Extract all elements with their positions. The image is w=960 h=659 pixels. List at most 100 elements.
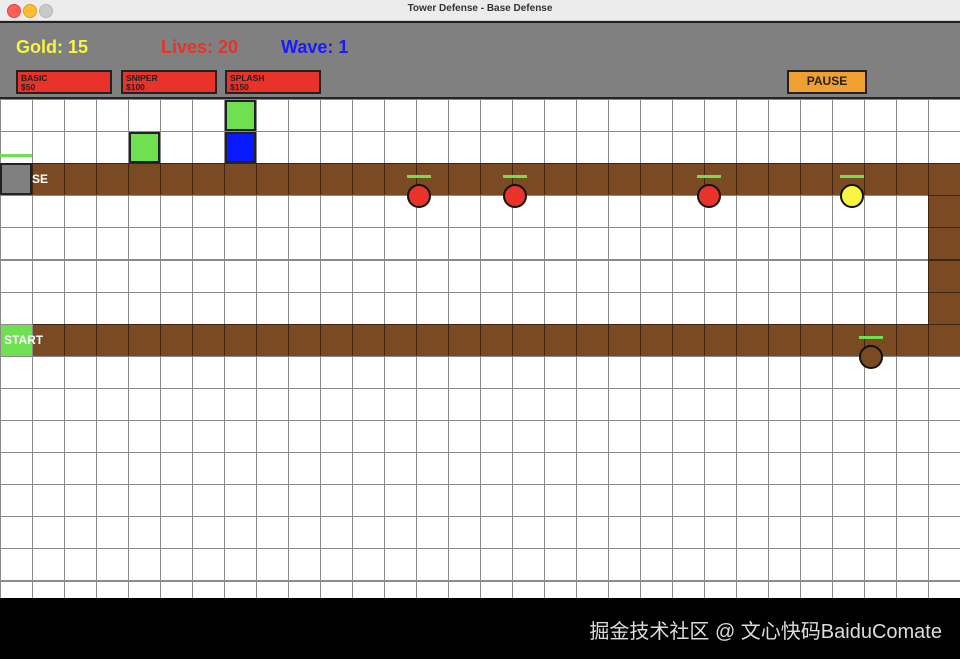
grid-cell[interactable] [32, 452, 65, 486]
grid-cell[interactable] [288, 259, 321, 293]
grid-cell[interactable] [256, 548, 289, 582]
grid-cell[interactable] [480, 580, 513, 598]
grid-cell[interactable] [160, 452, 193, 486]
grid-cell[interactable] [672, 580, 705, 598]
grid-cell[interactable] [160, 580, 193, 598]
grid-cell[interactable] [32, 131, 65, 165]
grid-cell[interactable] [896, 516, 929, 550]
grid-cell[interactable] [448, 227, 481, 261]
grid-cell[interactable] [576, 99, 609, 133]
grid-cell[interactable] [864, 420, 897, 454]
grid-cell[interactable] [320, 99, 353, 133]
grid-cell[interactable] [896, 99, 929, 133]
grid-cell[interactable] [672, 420, 705, 454]
grid-cell[interactable] [0, 452, 33, 486]
grid-cell[interactable] [32, 548, 65, 582]
grid-cell[interactable] [576, 227, 609, 261]
grid-cell[interactable] [704, 227, 737, 261]
grid-cell[interactable] [32, 227, 65, 261]
game-board[interactable]: SE START [0, 99, 960, 598]
grid-cell[interactable] [480, 355, 513, 389]
grid-cell[interactable] [224, 227, 257, 261]
grid-cell[interactable] [288, 387, 321, 421]
grid-cell[interactable] [160, 195, 193, 229]
grid-cell[interactable] [736, 452, 769, 486]
grid-cell[interactable] [768, 259, 801, 293]
grid-cell[interactable] [64, 548, 97, 582]
grid-cell[interactable] [128, 195, 161, 229]
grid-cell[interactable] [640, 420, 673, 454]
grid-cell[interactable] [608, 452, 641, 486]
grid-cell[interactable] [256, 484, 289, 518]
grid-cell[interactable] [512, 99, 545, 133]
grid-cell[interactable] [832, 227, 865, 261]
grid-cell[interactable] [800, 484, 833, 518]
grid-cell[interactable] [320, 548, 353, 582]
grid-cell[interactable] [352, 195, 385, 229]
grid-cell[interactable] [320, 580, 353, 598]
grid-cell[interactable] [832, 548, 865, 582]
grid-cell[interactable] [928, 420, 960, 454]
grid-cell[interactable] [768, 580, 801, 598]
grid-cell[interactable] [704, 484, 737, 518]
grid-cell[interactable] [352, 387, 385, 421]
grid-cell[interactable] [928, 548, 960, 582]
grid-cell[interactable] [416, 355, 449, 389]
grid-cell[interactable] [576, 452, 609, 486]
grid-cell[interactable] [832, 259, 865, 293]
grid-cell[interactable] [192, 420, 225, 454]
grid-cell[interactable] [608, 259, 641, 293]
grid-cell[interactable] [928, 452, 960, 486]
grid-cell[interactable] [832, 484, 865, 518]
grid-cell[interactable] [608, 484, 641, 518]
grid-cell[interactable] [864, 452, 897, 486]
grid-cell[interactable] [832, 580, 865, 598]
grid-cell[interactable] [0, 99, 33, 133]
grid-cell[interactable] [736, 387, 769, 421]
grid-cell[interactable] [576, 355, 609, 389]
basic-tower-button[interactable]: BASIC $50 [16, 70, 112, 94]
grid-cell[interactable] [160, 548, 193, 582]
grid-cell[interactable] [224, 355, 257, 389]
grid-cell[interactable] [256, 131, 289, 165]
grid-cell[interactable] [704, 420, 737, 454]
grid-cell[interactable] [896, 195, 929, 229]
grid-cell[interactable] [288, 227, 321, 261]
grid-cell[interactable] [128, 420, 161, 454]
grid-cell[interactable] [768, 452, 801, 486]
grid-cell[interactable] [704, 548, 737, 582]
grid-cell[interactable] [384, 387, 417, 421]
grid-cell[interactable] [480, 227, 513, 261]
grid-cell[interactable] [736, 355, 769, 389]
grid-cell[interactable] [320, 291, 353, 325]
grid-cell[interactable] [384, 227, 417, 261]
grid-cell[interactable] [544, 420, 577, 454]
grid-cell[interactable] [224, 580, 257, 598]
grid-cell[interactable] [320, 387, 353, 421]
grid-cell[interactable] [736, 548, 769, 582]
grid-cell[interactable] [672, 355, 705, 389]
grid-cell[interactable] [352, 452, 385, 486]
grid-cell[interactable] [768, 99, 801, 133]
grid-cell[interactable] [96, 291, 129, 325]
grid-cell[interactable] [416, 131, 449, 165]
pause-button[interactable]: PAUSE [787, 70, 867, 94]
grid-cell[interactable] [64, 131, 97, 165]
grid-cell[interactable] [384, 452, 417, 486]
grid-cell[interactable] [224, 420, 257, 454]
grid-cell[interactable] [0, 131, 33, 165]
grid-cell[interactable] [256, 291, 289, 325]
grid-cell[interactable] [448, 131, 481, 165]
grid-cell[interactable] [736, 131, 769, 165]
grid-cell[interactable] [736, 259, 769, 293]
grid-cell[interactable] [768, 195, 801, 229]
grid-cell[interactable] [64, 259, 97, 293]
grid-cell[interactable] [416, 99, 449, 133]
grid-cell[interactable] [896, 452, 929, 486]
grid-cell[interactable] [768, 548, 801, 582]
grid-cell[interactable] [224, 452, 257, 486]
grid-cell[interactable] [448, 452, 481, 486]
grid-cell[interactable] [672, 291, 705, 325]
grid-cell[interactable] [384, 484, 417, 518]
grid-cell[interactable] [736, 516, 769, 550]
